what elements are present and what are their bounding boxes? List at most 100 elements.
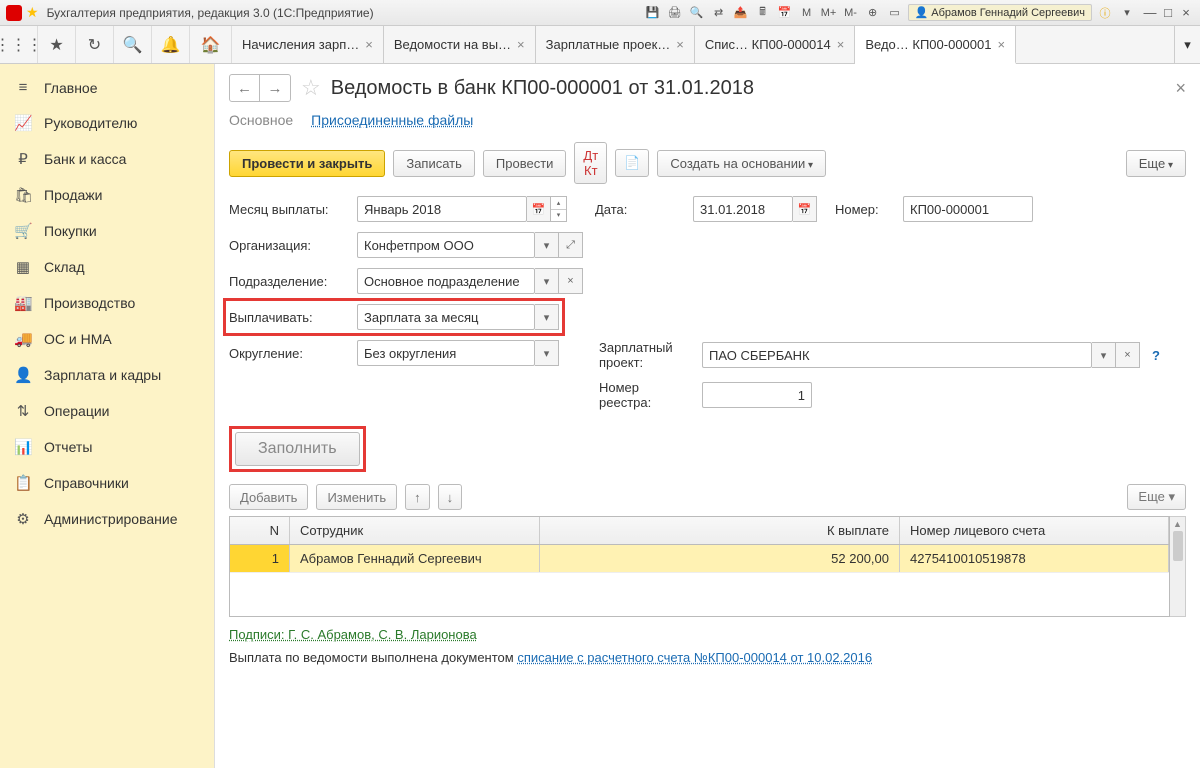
pay-input[interactable]: Зарплата за месяц <box>357 304 535 330</box>
help-icon[interactable]: ? <box>1152 348 1160 363</box>
number-input[interactable]: КП00-000001 <box>903 196 1033 222</box>
col-account[interactable]: Номер лицевого счета <box>900 517 1169 544</box>
create-based-on-button[interactable]: Создать на основании <box>657 150 826 177</box>
scroll-up-icon[interactable]: ▲ <box>1173 519 1182 529</box>
windows-icon[interactable]: ▭ <box>886 4 904 22</box>
tabs-dropdown-icon[interactable]: ▾ <box>1174 26 1200 63</box>
tab-vedomosti[interactable]: Ведомости на вы…× <box>384 26 536 63</box>
col-n[interactable]: N <box>230 517 290 544</box>
table-scrollbar[interactable]: ▲ <box>1170 516 1186 617</box>
subtab-files[interactable]: Присоединенные файлы <box>311 112 473 128</box>
current-user[interactable]: 👤 Абрамов Геннадий Сергеевич <box>908 4 1092 21</box>
scroll-thumb[interactable] <box>1173 531 1183 561</box>
dept-input[interactable]: Основное подразделение <box>357 268 535 294</box>
payment-document-link[interactable]: списание с расчетного счета №КП00-000014… <box>517 650 872 665</box>
tab-vedomost-active[interactable]: Ведо… КП00-000001× <box>855 26 1016 64</box>
post-button[interactable]: Провести <box>483 150 567 177</box>
compare-icon[interactable]: ⇄ <box>710 4 728 22</box>
close-icon[interactable]: × <box>365 37 373 52</box>
open-icon[interactable]: ⤢ <box>559 232 583 258</box>
m-minus-icon[interactable]: M- <box>842 4 860 22</box>
search-icon[interactable]: 🔍 <box>114 26 152 63</box>
more-actions-button[interactable]: Еще <box>1126 150 1186 177</box>
favorite-toggle-icon[interactable]: ☆ <box>301 75 321 101</box>
move-down-icon[interactable]: ↓ <box>438 484 463 510</box>
m-plus-icon[interactable]: M+ <box>820 4 838 22</box>
save-button[interactable]: Записать <box>393 150 475 177</box>
sidebar-item-bank[interactable]: ₽Банк и касса <box>0 141 214 177</box>
calendar-icon[interactable]: 📅 <box>776 4 794 22</box>
registry-input[interactable]: 1 <box>702 382 812 408</box>
month-input[interactable]: Январь 2018 <box>357 196 527 222</box>
notifications-icon[interactable]: 🔔 <box>152 26 190 63</box>
table-row[interactable]: 1 Абрамов Геннадий Сергеевич 52 200,00 4… <box>230 545 1169 572</box>
sidebar-item-warehouse[interactable]: ▦Склад <box>0 249 214 285</box>
document-close-button[interactable]: × <box>1175 78 1186 99</box>
debit-credit-icon[interactable]: ДтКт <box>574 142 607 184</box>
tab-nachisleniya[interactable]: Начисления зарп…× <box>232 26 384 63</box>
dropdown-icon[interactable]: ▾ <box>1118 4 1136 22</box>
calendar-icon[interactable]: 📅 <box>793 196 817 222</box>
sidebar-item-operations[interactable]: ⇅Операции <box>0 393 214 429</box>
calculator-icon[interactable]: 🖩 <box>754 4 772 22</box>
print-icon[interactable]: 🖨 <box>666 4 684 22</box>
preview-icon[interactable]: 🔍 <box>688 4 706 22</box>
date-input[interactable]: 31.01.2018 <box>693 196 793 222</box>
chevron-down-icon[interactable]: ▾ <box>1092 342 1116 368</box>
chevron-down-icon[interactable]: ▾ <box>535 340 559 366</box>
clear-icon[interactable]: × <box>559 268 583 294</box>
round-input[interactable]: Без округления <box>357 340 535 366</box>
sidebar-item-purchases[interactable]: 🛒Покупки <box>0 213 214 249</box>
sidebar-item-catalogs[interactable]: 📋Справочники <box>0 465 214 501</box>
star-icon[interactable]: ★ <box>38 26 76 63</box>
org-input[interactable]: Конфетпром ООО <box>357 232 535 258</box>
apps-grid-icon[interactable]: ⋮⋮⋮ <box>0 26 38 63</box>
close-icon[interactable]: × <box>517 37 525 52</box>
maximize-button[interactable]: □ <box>1160 5 1176 21</box>
minimize-button[interactable]: — <box>1142 5 1158 21</box>
chevron-down-icon[interactable]: ▾ <box>535 232 559 258</box>
month-spinner[interactable]: ▴▾ <box>551 196 567 222</box>
fill-button[interactable]: Заполнить <box>235 432 360 466</box>
back-button[interactable]: ← <box>230 75 260 101</box>
document-icon[interactable]: 📄 <box>615 149 649 177</box>
close-button[interactable]: × <box>1178 5 1194 21</box>
sidebar-item-production[interactable]: 🏭Производство <box>0 285 214 321</box>
home-tab[interactable]: 🏠 <box>190 26 232 63</box>
clear-icon[interactable]: × <box>1116 342 1140 368</box>
sidebar-item-reports[interactable]: 📊Отчеты <box>0 429 214 465</box>
project-input[interactable]: ПАО СБЕРБАНК <box>702 342 1092 368</box>
forward-button[interactable]: → <box>260 75 290 101</box>
sidebar-item-salary[interactable]: 👤Зарплата и кадры <box>0 357 214 393</box>
info-icon[interactable]: ⓘ <box>1096 4 1114 22</box>
edit-row-button[interactable]: Изменить <box>316 484 397 510</box>
col-payment[interactable]: К выплате <box>540 517 900 544</box>
add-row-button[interactable]: Добавить <box>229 484 308 510</box>
signatures-link[interactable]: Подписи: Г. С. Абрамов, С. В. Ларионова <box>229 627 477 642</box>
sidebar-item-assets[interactable]: 🚚ОС и НМА <box>0 321 214 357</box>
table-more-button[interactable]: Еще ▾ <box>1127 484 1186 510</box>
export-icon[interactable]: 📤 <box>732 4 750 22</box>
m-icon[interactable]: M <box>798 4 816 22</box>
chevron-down-icon[interactable]: ▾ <box>535 304 559 330</box>
favorite-star-icon[interactable]: ★ <box>26 4 39 21</box>
sidebar-item-admin[interactable]: ⚙Администрирование <box>0 501 214 537</box>
sidebar-item-sales[interactable]: 🛍Продажи <box>0 177 214 213</box>
save-icon[interactable]: 💾 <box>644 4 662 22</box>
sidebar-item-manager[interactable]: 📈Руководителю <box>0 105 214 141</box>
chevron-down-icon[interactable]: ▾ <box>535 268 559 294</box>
tab-spisanie[interactable]: Спис… КП00-000014× <box>695 26 855 63</box>
close-icon[interactable]: × <box>676 37 684 52</box>
move-up-icon[interactable]: ↑ <box>405 484 430 510</box>
calendar-icon[interactable]: 📅 <box>527 196 551 222</box>
close-icon[interactable]: × <box>997 37 1005 52</box>
zoom-icon[interactable]: ⊕ <box>864 4 882 22</box>
subtab-main[interactable]: Основное <box>229 112 293 128</box>
col-employee[interactable]: Сотрудник <box>290 517 540 544</box>
sidebar-item-main[interactable]: ≡Главное <box>0 70 214 105</box>
close-icon[interactable]: × <box>837 37 845 52</box>
history-icon[interactable]: ↻ <box>76 26 114 63</box>
number-label: Номер: <box>835 202 895 217</box>
tab-zarplatnye[interactable]: Зарплатные проек…× <box>536 26 695 63</box>
post-and-close-button[interactable]: Провести и закрыть <box>229 150 385 177</box>
